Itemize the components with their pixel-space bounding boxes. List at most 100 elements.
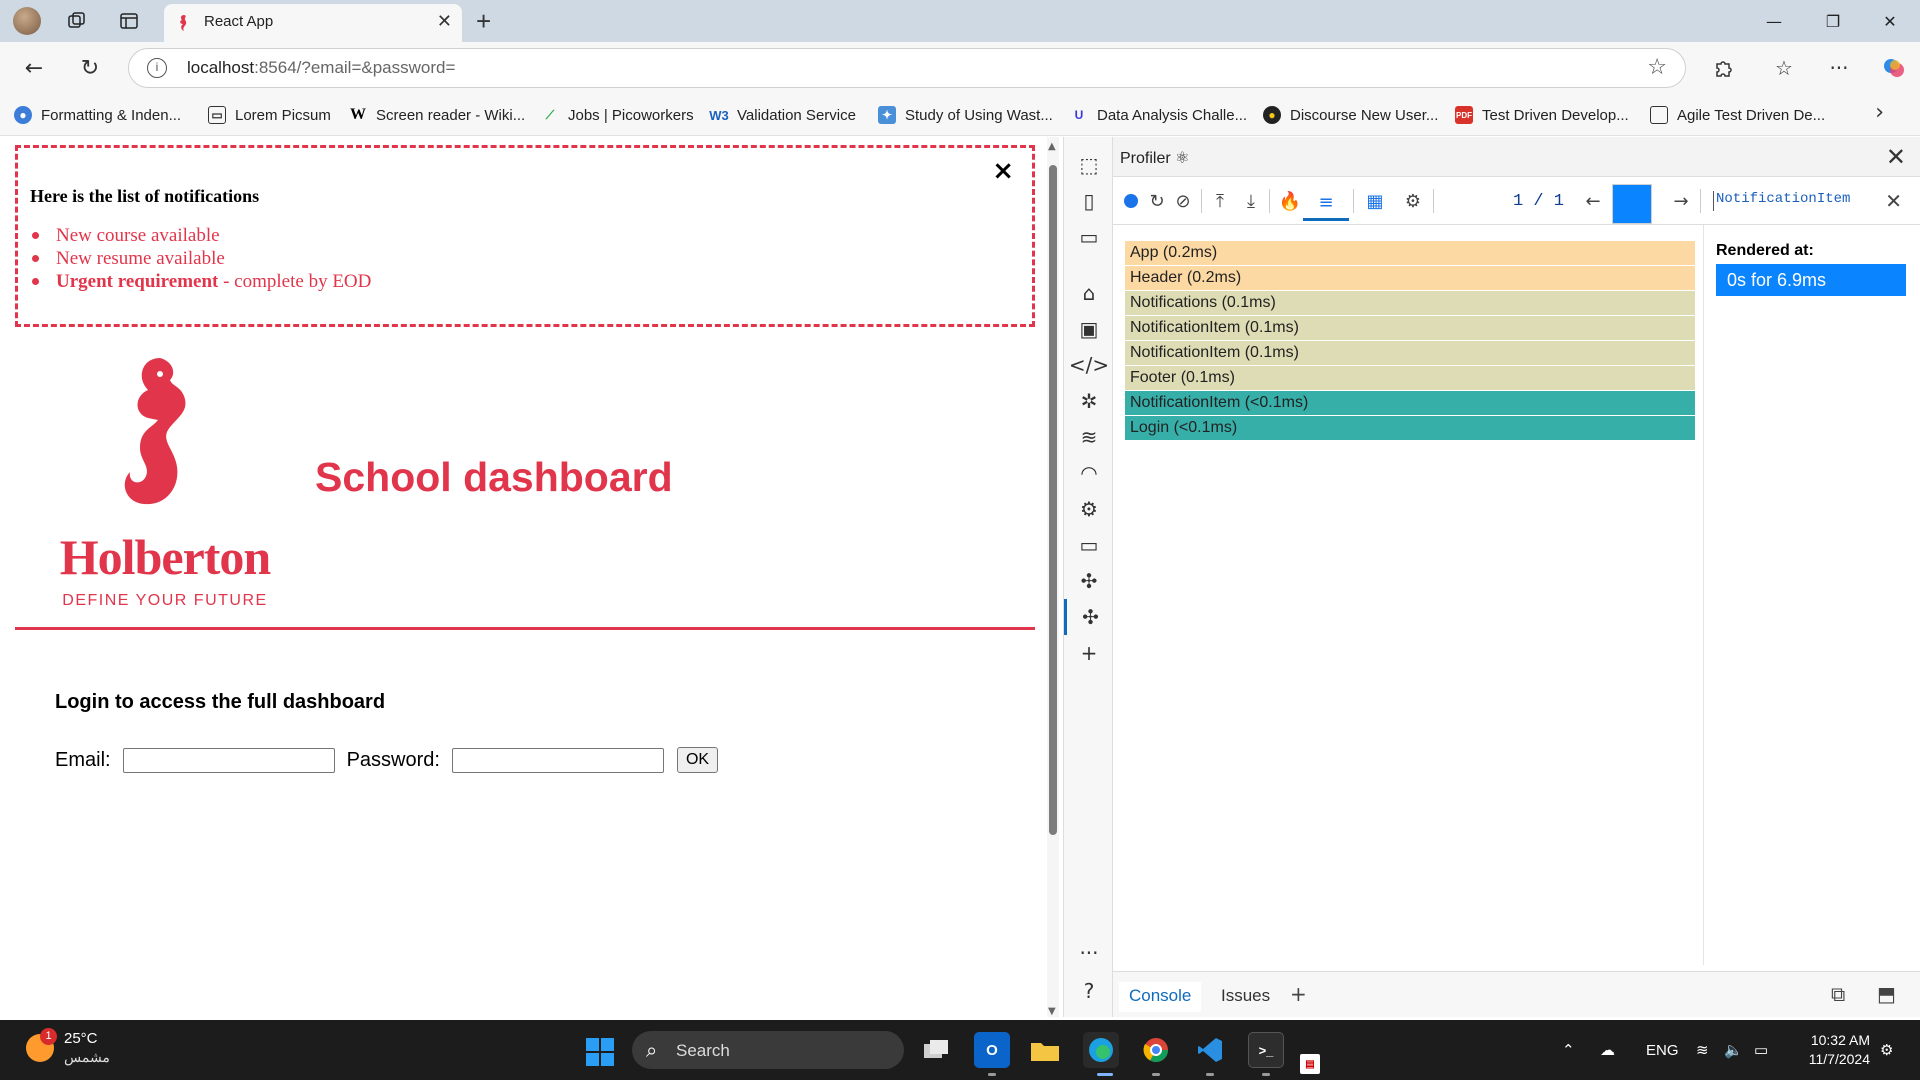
back-button[interactable]: ← [16, 50, 52, 86]
network-wifi-icon[interactable]: ≋ [1064, 419, 1114, 455]
address-bar[interactable]: i localhost:8564/?email=&password= ☆ [128, 48, 1686, 88]
expand-drawer-icon[interactable]: ⬒ [1877, 982, 1896, 1006]
favorites-button[interactable]: ☆ [1768, 52, 1800, 84]
bookmark-item[interactable]: Agile Test Driven De... [1650, 102, 1825, 128]
tab-react-app[interactable]: React App ✕ [164, 4, 462, 42]
address-url[interactable]: localhost:8564/?email=&password= [187, 58, 455, 78]
start-button[interactable] [586, 1038, 614, 1066]
dock-drawer-icon[interactable]: ⧉ [1831, 982, 1845, 1006]
system-clock[interactable]: 10:32 AM 11/7/2024 [1790, 1031, 1870, 1069]
close-devtools-button[interactable]: ✕ [1886, 143, 1906, 171]
edge-app[interactable] [1083, 1032, 1119, 1068]
ranked-row[interactable]: Footer (0.1ms) [1125, 366, 1695, 390]
scrollbar-thumb[interactable] [1049, 165, 1057, 835]
bookmark-item[interactable]: ⟋ Jobs | Picoworkers [541, 102, 694, 128]
site-info-icon[interactable]: i [147, 58, 167, 78]
load-profile-button[interactable]: ⤒ [1206, 187, 1234, 215]
ranked-row[interactable]: Login (<0.1ms) [1125, 416, 1695, 440]
scroll-down-icon[interactable]: ▼ [1048, 1006, 1056, 1017]
performance-gauge-icon[interactable]: ◠ [1064, 455, 1114, 491]
chrome-app[interactable] [1138, 1032, 1174, 1068]
tab-issues[interactable]: Issues [1211, 982, 1280, 1012]
inspect-element-icon[interactable]: ⬚ [1064, 147, 1114, 183]
more-tools-dots-icon[interactable]: ··· [1064, 935, 1114, 971]
device-emulation-icon[interactable]: ▯ [1064, 183, 1114, 219]
bookmark-item[interactable]: U Data Analysis Challe... [1070, 102, 1247, 128]
battery-icon[interactable]: ▭ [1754, 1020, 1768, 1080]
components-extension-icon[interactable]: ✣ [1064, 563, 1114, 599]
email-field[interactable] [122, 747, 335, 773]
elements-code-icon[interactable]: </> [1064, 347, 1114, 383]
ranked-chart-tab[interactable]: ≡ [1303, 187, 1349, 221]
notification-item[interactable]: New course available [31, 224, 371, 247]
clear-profile-button[interactable]: ⊘ [1169, 187, 1197, 215]
application-icon[interactable]: ▭ [1064, 527, 1114, 563]
taskbar-search[interactable]: ⌕ Search [632, 1031, 904, 1069]
weather-widget[interactable]: 1 25°C مشمس [26, 1028, 110, 1066]
flamegraph-tab[interactable]: 🔥 [1276, 187, 1304, 215]
task-view-app[interactable] [918, 1032, 954, 1068]
bookmark-item[interactable]: ✦ Study of Using Wast... [878, 102, 1053, 128]
commit-bar[interactable] [1612, 184, 1652, 224]
notifications-bell-icon[interactable]: ⚙ [1880, 1020, 1893, 1080]
bookmark-item[interactable]: PDF Test Driven Develop... [1455, 102, 1629, 128]
tab-actions-button[interactable] [108, 5, 150, 37]
file-explorer-app[interactable] [1027, 1032, 1063, 1068]
profiler-settings-button[interactable]: ⚙ [1399, 187, 1427, 215]
profiler-extension-icon[interactable]: ✣ [1064, 599, 1114, 635]
more-tools-plus-icon[interactable]: + [1064, 635, 1114, 671]
rendered-at-value[interactable]: 0s for 6.9ms [1716, 264, 1906, 296]
add-drawer-tab-icon[interactable]: + [1290, 982, 1307, 1006]
help-icon[interactable]: ? [1064, 973, 1114, 1009]
onedrive-status[interactable]: ☁ [1600, 1020, 1615, 1080]
password-field[interactable] [451, 747, 664, 773]
dock-icon[interactable]: ▭ [1064, 219, 1114, 255]
favorite-star-icon[interactable]: ☆ [1647, 55, 1667, 80]
notification-item[interactable]: Urgent requirement - complete by EOD [31, 270, 371, 293]
close-notifications-button[interactable]: × [992, 156, 1014, 186]
previous-commit-button[interactable]: ← [1579, 187, 1607, 215]
ranked-row[interactable]: NotificationItem (<0.1ms) [1125, 391, 1695, 415]
memory-chip-icon[interactable]: ⚙ [1064, 491, 1114, 527]
new-tab-button[interactable]: + [476, 6, 491, 37]
minimize-button[interactable]: — [1744, 6, 1804, 36]
notification-item[interactable]: New resume available [31, 247, 371, 270]
next-commit-button[interactable]: → [1667, 187, 1695, 215]
ranked-row[interactable]: NotificationItem (0.1ms) [1125, 341, 1695, 365]
clear-search-icon[interactable]: ✕ [1885, 189, 1902, 213]
extensions-button[interactable] [1708, 52, 1740, 84]
reload-profile-button[interactable]: ↻ [1143, 187, 1171, 215]
refresh-button[interactable]: ↻ [72, 50, 108, 86]
bookmark-item[interactable]: ● Discourse New User... [1263, 102, 1438, 128]
sources-bug-icon[interactable]: ✲ [1064, 383, 1114, 419]
ranked-row[interactable]: Header (0.2ms) [1125, 266, 1695, 290]
ranked-row[interactable]: Notifications (0.1ms) [1125, 291, 1695, 315]
outlook-app[interactable]: O [974, 1032, 1010, 1068]
scroll-up-icon[interactable]: ▲ [1048, 141, 1056, 152]
bookmark-item[interactable]: W Screen reader - Wiki... [349, 102, 525, 128]
show-hidden-icons[interactable]: ⌃ [1562, 1020, 1575, 1080]
bookmark-item[interactable]: ▭ Lorem Picsum [208, 102, 331, 128]
pinned-document-app[interactable]: ▤ [1300, 1054, 1320, 1074]
ok-button[interactable]: OK [676, 747, 719, 773]
ranked-row[interactable]: App (0.2ms) [1125, 241, 1695, 265]
tab-close-button[interactable]: ✕ [437, 11, 452, 32]
tab-console[interactable]: Console [1119, 982, 1202, 1012]
vscode-app[interactable] [1192, 1032, 1228, 1068]
record-button[interactable] [1117, 187, 1145, 215]
volume-icon[interactable]: 🔈 [1724, 1020, 1743, 1080]
component-search-input[interactable]: NotificationItem [1713, 191, 1873, 211]
save-profile-button[interactable]: ⤓ [1237, 187, 1265, 215]
chevron-right-icon[interactable]: › [1875, 100, 1884, 125]
copilot-button[interactable] [1878, 52, 1910, 84]
wifi-icon[interactable]: ≋ [1696, 1020, 1709, 1080]
settings-more-button[interactable]: ··· [1823, 52, 1855, 84]
bookmark-item[interactable]: ● Formatting & Inden... [14, 102, 181, 128]
terminal-app[interactable]: >_ [1248, 1032, 1284, 1068]
restore-button[interactable]: ❐ [1803, 6, 1863, 36]
page-scrollbar[interactable]: ▲ ▼ [1047, 137, 1059, 1017]
profile-avatar[interactable] [6, 5, 48, 37]
language-indicator[interactable]: ENG [1646, 1020, 1679, 1080]
close-window-button[interactable]: ✕ [1860, 6, 1920, 36]
workspaces-button[interactable] [56, 5, 98, 37]
